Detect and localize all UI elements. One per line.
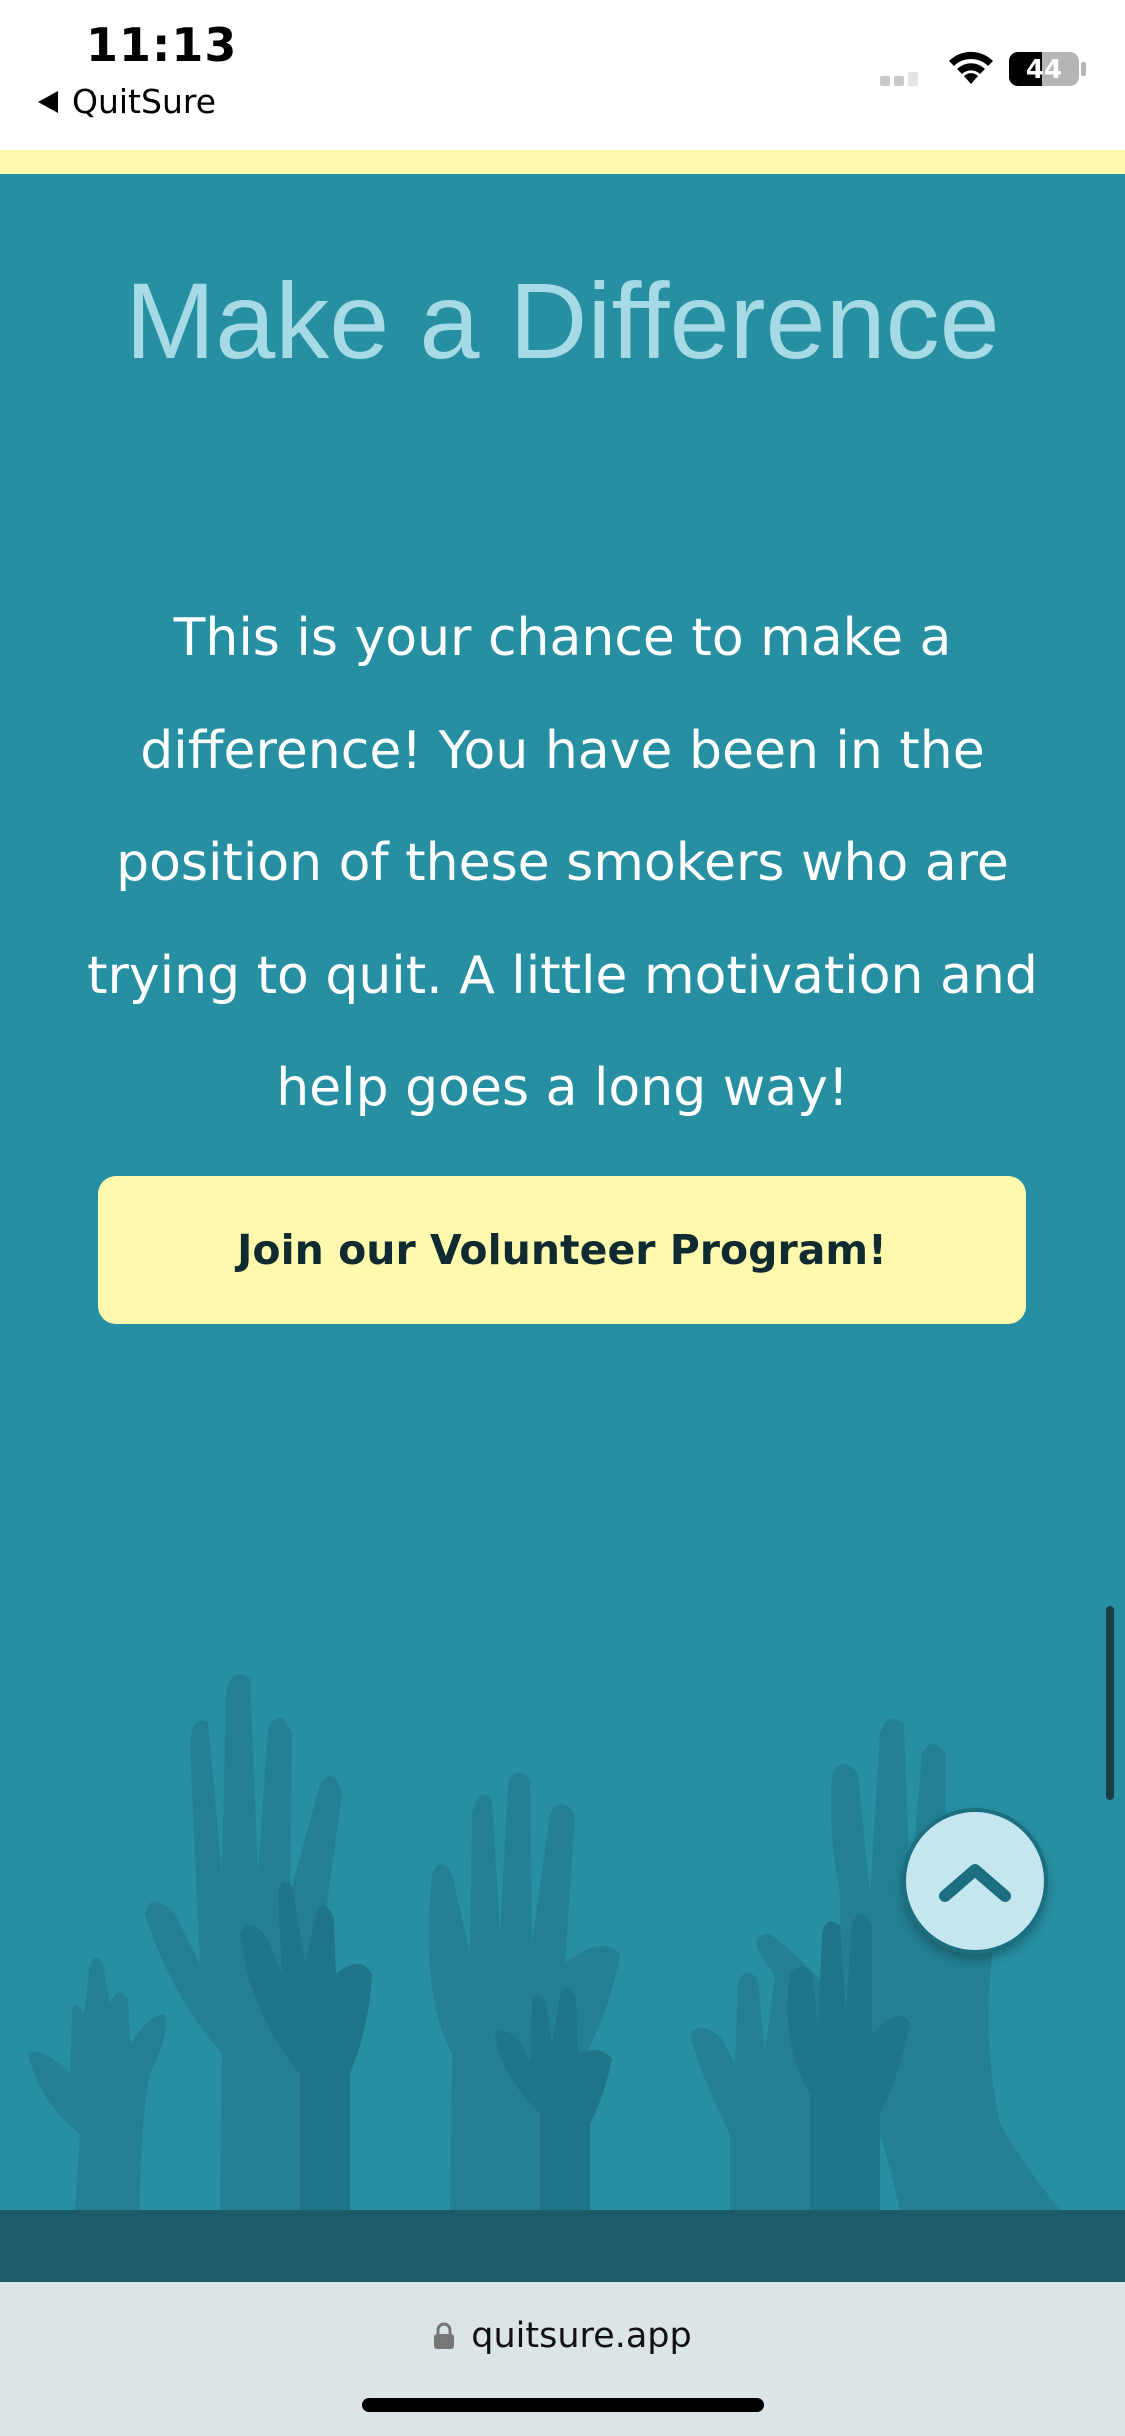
section-headline: Make a Difference bbox=[125, 260, 1000, 381]
address-display[interactable]: quitsure.app bbox=[0, 2316, 1125, 2356]
join-volunteer-program-button[interactable]: Join our Volunteer Program! bbox=[98, 1176, 1026, 1324]
signal-icon bbox=[880, 72, 918, 86]
header-accent-strip bbox=[0, 150, 1125, 174]
status-bar: 11:13 QuitSure 44 bbox=[0, 0, 1125, 150]
browser-address-bar[interactable]: quitsure.app bbox=[0, 2282, 1125, 2436]
battery-level: 44 bbox=[1026, 55, 1062, 85]
battery-icon: 44 bbox=[1009, 52, 1086, 86]
page-scroll-indicator[interactable] bbox=[1106, 1606, 1114, 1800]
back-arrow-icon bbox=[38, 90, 58, 113]
scroll-to-top-button[interactable] bbox=[902, 1808, 1048, 1954]
make-a-difference-section: Make a Difference This is your chance to… bbox=[0, 174, 1125, 2210]
home-indicator[interactable] bbox=[362, 2398, 764, 2412]
lock-icon bbox=[434, 2322, 455, 2349]
back-to-app-link[interactable]: QuitSure bbox=[38, 82, 216, 121]
back-app-label: QuitSure bbox=[72, 82, 217, 121]
section-body-text: This is your chance to make a difference… bbox=[87, 608, 1038, 1118]
url-text: quitsure.app bbox=[471, 2316, 692, 2356]
scroll-to-top-icon bbox=[939, 1864, 1011, 1902]
wifi-icon bbox=[949, 51, 993, 84]
status-time: 11:13 bbox=[86, 18, 238, 72]
footer-band bbox=[0, 2210, 1125, 2282]
